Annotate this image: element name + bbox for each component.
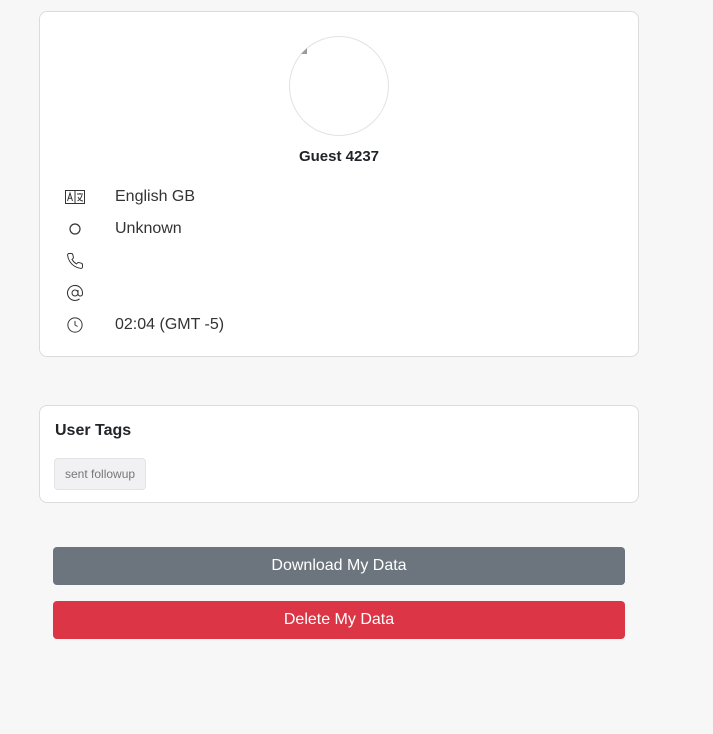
email-row (64, 282, 86, 304)
phone-row (64, 250, 86, 272)
clock-icon (64, 314, 86, 336)
phone-icon (64, 250, 86, 272)
time-row: 02:04 (GMT -5) (64, 314, 224, 336)
avatar (289, 36, 389, 136)
at-sign-icon (64, 282, 86, 304)
download-data-button[interactable]: Download My Data (53, 547, 625, 585)
profile-card: Guest 4237 English GB Unknown 02:04 (GMT… (39, 11, 639, 357)
status-value: Unknown (115, 220, 182, 237)
user-tags-card: User Tags sent followup (39, 405, 639, 503)
status-row: Unknown (64, 218, 182, 240)
local-time-value: 02:04 (GMT -5) (115, 316, 225, 333)
language-icon (64, 186, 86, 208)
status-circle-icon (64, 218, 86, 240)
profile-name: Guest 4237 (298, 148, 380, 165)
tag-chip[interactable]: sent followup (54, 458, 147, 490)
user-tags-title: User Tags (55, 422, 132, 439)
language-value: English GB (115, 188, 196, 205)
language-row: English GB (64, 186, 195, 208)
delete-data-button[interactable]: Delete My Data (53, 601, 625, 639)
broken-image-icon (301, 48, 307, 54)
